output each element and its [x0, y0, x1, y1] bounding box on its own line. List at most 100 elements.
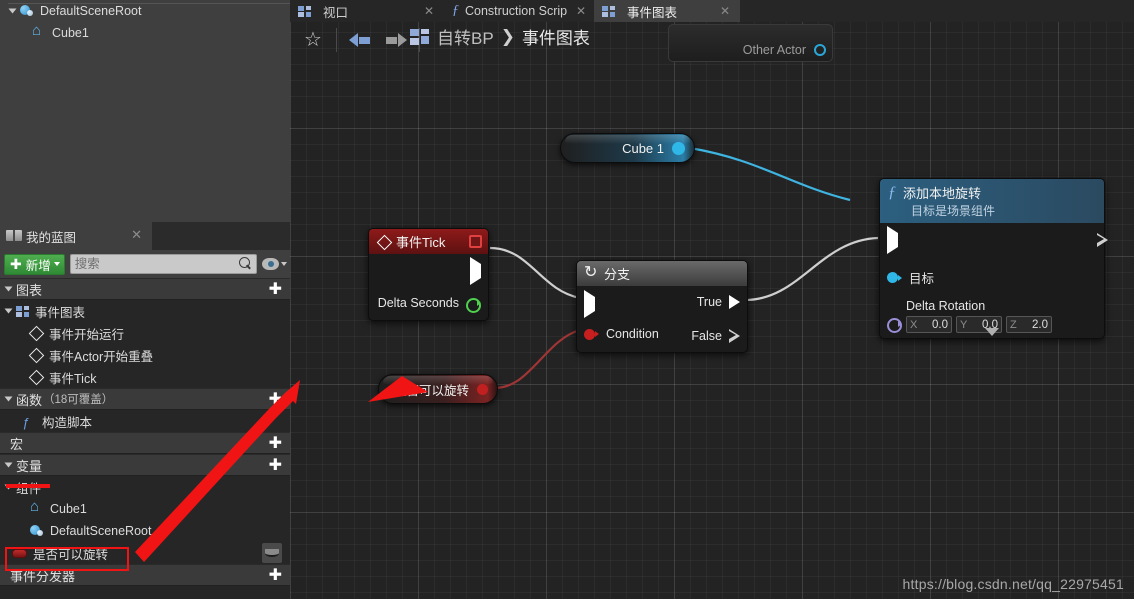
node-canrotate-getter[interactable]: 是否可以旋转 — [378, 374, 498, 404]
tree-item-label: 事件Actor开始重叠 — [49, 349, 154, 364]
exec-in-pin[interactable] — [887, 226, 898, 254]
tab-viewport[interactable]: 视口 ✕ — [290, 0, 442, 22]
variable-item-canrotate[interactable]: 是否可以旋转 — [0, 542, 290, 564]
graph-toolbar: ☆ — [290, 22, 424, 58]
my-blueprint-panel: 我的蓝图 ✕ ✚ 新增 搜索 图表 ✚ 事件图表 事件开始运行 事件Actor开… — [0, 222, 290, 599]
graph-icon — [602, 5, 616, 17]
exec-out-pin[interactable] — [470, 257, 481, 285]
tree-item-event-tick[interactable]: 事件Tick — [0, 366, 290, 388]
expand-triangle-icon[interactable] — [4, 308, 13, 314]
close-icon[interactable]: ✕ — [424, 4, 434, 18]
visibility-filter-button[interactable] — [262, 258, 287, 270]
chevron-down-icon[interactable] — [281, 262, 287, 266]
toolbar-separator — [336, 28, 337, 52]
exec-out-pin-true[interactable] — [729, 295, 740, 309]
navigate-forward-button[interactable] — [379, 24, 413, 56]
variable-label: Cube1 — [50, 502, 87, 516]
component-label: Cube1 — [52, 26, 89, 40]
section-header-variables[interactable]: 变量 ✚ — [0, 454, 290, 476]
node-pin-rows: 目标 Delta Rotation X 0.0 Y 0.0 Z 2.0 — [880, 223, 1104, 338]
chevron-down-icon[interactable] — [53, 262, 60, 266]
variable-item-cube1[interactable]: Cube1 — [0, 498, 290, 520]
axis-value: 0.0 — [932, 318, 948, 331]
book-icon — [6, 230, 22, 242]
section-label: 图表 — [16, 282, 43, 298]
add-event-dispatcher-button[interactable]: ✚ — [269, 568, 282, 584]
section-header-macros[interactable]: 宏 ✚ — [0, 432, 290, 454]
component-row-cube1[interactable]: Cube1 — [0, 22, 290, 44]
object-pin-icon[interactable] — [672, 141, 685, 155]
event-graph-canvas[interactable]: Cube 1 事件Tick Delta Seconds 分支 — [290, 0, 1134, 599]
add-graph-button[interactable]: ✚ — [269, 282, 282, 298]
float-out-pin[interactable] — [466, 297, 481, 313]
boolean-pin-icon[interactable] — [477, 383, 488, 395]
section-header-event-dispatchers[interactable]: 事件分发器 ✚ — [0, 564, 290, 586]
branch-icon — [584, 262, 598, 282]
tab-my-blueprint[interactable]: 我的蓝图 ✕ — [0, 222, 152, 250]
section-label: 宏 — [10, 436, 24, 452]
pin-row-target: 目标 — [887, 268, 934, 287]
breadcrumb: 自转BP ❯ 事件图表 — [410, 24, 590, 49]
close-icon[interactable]: ✕ — [720, 4, 730, 18]
expand-triangle-icon[interactable] — [4, 484, 13, 490]
chevron-down-icon[interactable] — [985, 328, 999, 336]
add-function-button[interactable]: ✚ — [269, 392, 282, 408]
bookmark-button[interactable]: ☆ — [296, 24, 330, 56]
search-box[interactable] — [69, 254, 257, 274]
viewport-icon — [298, 5, 312, 17]
pin-label: False — [691, 329, 722, 343]
section-header-functions[interactable]: 函数 （18可覆盖） ✚ — [0, 388, 290, 410]
pin-label: Delta Seconds — [377, 296, 459, 310]
scene-root-icon — [20, 4, 34, 18]
arrow-back-icon — [349, 31, 371, 49]
event-diamond-icon — [30, 371, 43, 384]
breadcrumb-root[interactable]: 自转BP — [437, 24, 494, 49]
node-branch[interactable]: 分支 Condition True False — [576, 260, 748, 353]
expand-triangle-icon[interactable] — [4, 462, 13, 468]
boolean-in-pin[interactable] — [584, 328, 599, 340]
add-new-label: 新增 — [25, 258, 51, 273]
event-diamond-icon — [377, 235, 390, 248]
tree-item-label: 事件图表 — [35, 305, 86, 320]
tree-item-label: 构造脚本 — [42, 415, 93, 430]
rotation-z-field[interactable]: Z 2.0 — [1006, 316, 1052, 333]
rotation-x-field[interactable]: X 0.0 — [906, 316, 952, 333]
rotator-in-pin[interactable] — [887, 318, 902, 333]
pin-row-false: False — [691, 329, 740, 343]
tab-event-graph[interactable]: 事件图表 ✕ — [594, 0, 740, 22]
expand-triangle-icon[interactable] — [4, 396, 13, 402]
my-blueprint-toolbar: ✚ 新增 — [0, 250, 290, 278]
search-input[interactable] — [74, 257, 252, 271]
tree-item-construction-script[interactable]: ƒ 构造脚本 — [0, 410, 290, 432]
exec-in-pin[interactable] — [584, 290, 595, 318]
close-icon[interactable]: ✕ — [576, 4, 586, 18]
exec-out-pin-false[interactable] — [729, 329, 740, 343]
event-toggle-icon[interactable] — [469, 235, 482, 248]
add-macro-button[interactable]: ✚ — [269, 436, 282, 452]
expand-triangle-icon[interactable] — [8, 8, 17, 14]
close-icon[interactable]: ✕ — [131, 228, 142, 242]
variable-group-components[interactable]: 组件 — [0, 476, 290, 498]
tree-item-event-actor-begin-overlap[interactable]: 事件Actor开始重叠 — [0, 344, 290, 366]
tab-construction-script[interactable]: ƒ Construction Scrip ✕ — [444, 0, 592, 22]
section-header-graphs[interactable]: 图表 ✚ — [0, 278, 290, 300]
node-cube1-getter[interactable]: Cube 1 — [560, 133, 695, 163]
node-header-row: ƒ 添加本地旋转 — [888, 183, 981, 202]
node-event-tick[interactable]: 事件Tick Delta Seconds — [368, 228, 489, 321]
object-in-pin[interactable] — [887, 272, 902, 283]
add-variable-button[interactable]: ✚ — [269, 458, 282, 474]
ghost-node-label: Other Actor — [742, 43, 806, 57]
variable-group-label: 组件 — [16, 481, 42, 496]
node-add-local-rotation[interactable]: ƒ 添加本地旋转 目标是场景组件 目标 Delta Rotation X 0.0 — [879, 178, 1105, 339]
function-f-icon: ƒ — [888, 184, 896, 201]
variable-visibility-toggle[interactable] — [262, 543, 282, 563]
navigate-back-button[interactable] — [343, 24, 377, 56]
variable-item-defaultsceneroot[interactable]: DefaultSceneRoot — [0, 520, 290, 542]
breadcrumb-current: 事件图表 — [521, 29, 590, 48]
tree-item-event-begin-play[interactable]: 事件开始运行 — [0, 322, 290, 344]
add-new-button[interactable]: ✚ 新增 — [4, 253, 65, 275]
node-header: ƒ 添加本地旋转 目标是场景组件 — [880, 179, 1104, 223]
expand-triangle-icon[interactable] — [4, 286, 13, 292]
component-row-defaultsceneroot[interactable]: DefaultSceneRoot — [0, 0, 290, 22]
tree-item-event-graph[interactable]: 事件图表 — [0, 300, 290, 322]
